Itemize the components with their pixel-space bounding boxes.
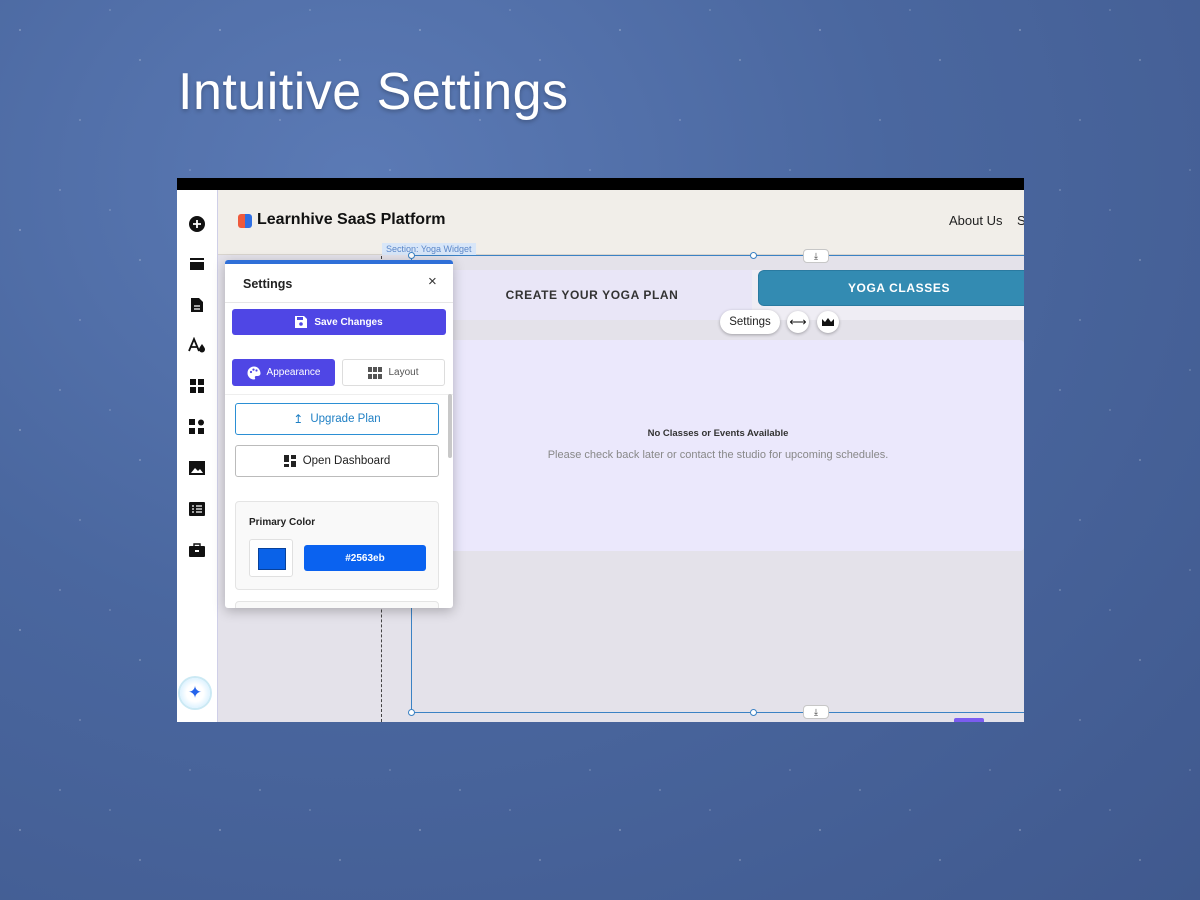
open-dashboard-button[interactable]: Open Dashboard [235, 445, 439, 477]
add-icon[interactable] [185, 212, 209, 236]
section-tag[interactable]: Section: Yoga Widget [382, 243, 476, 255]
upgrade-plan-button[interactable]: ↥ Upgrade Plan [235, 403, 439, 435]
apps-icon[interactable] [185, 374, 209, 398]
widget-tabs: CREATE YOUR YOGA PLAN YOGA CLASSES [412, 270, 1024, 320]
crown-icon[interactable] [817, 311, 839, 333]
panel-accent-bar [225, 260, 453, 264]
floppy-disk-icon [295, 316, 308, 328]
site-header: Learnhive SaaS Platform About Us S [218, 190, 1024, 255]
section-label-chip[interactable] [954, 718, 984, 722]
open-dashboard-label: Open Dashboard [302, 455, 391, 467]
selection-border-bottom [411, 712, 1024, 713]
brand-name: Learnhive SaaS Platform [257, 211, 446, 228]
tab-layout[interactable]: Layout [342, 359, 445, 386]
cms-icon[interactable] [185, 497, 209, 521]
settings-panel: Settings × Save Changes Appearance Layou… [225, 260, 453, 608]
primary-color-label: Primary Color [249, 517, 316, 528]
upgrade-plan-label: Upgrade Plan [310, 413, 381, 425]
floating-settings-button[interactable]: Settings [720, 310, 780, 334]
resize-handle[interactable] [408, 252, 415, 259]
plugins-icon[interactable] [185, 415, 209, 439]
empty-state-title: No Classes or Events Available [647, 428, 789, 439]
theme-icon[interactable] [185, 333, 209, 357]
tab-appearance[interactable]: Appearance [232, 359, 335, 386]
nav-about-us[interactable]: About Us [949, 213, 1002, 228]
save-changes-button[interactable]: Save Changes [232, 309, 446, 335]
hero-title: Intuitive Settings [178, 63, 569, 121]
media-icon[interactable] [185, 456, 209, 480]
next-settings-card [235, 601, 439, 608]
section-anchor-top-icon[interactable]: ⤓ [803, 249, 829, 263]
tab-layout-label: Layout [388, 367, 419, 378]
save-changes-label: Save Changes [314, 316, 383, 328]
tab-yoga-classes[interactable]: YOGA CLASSES [758, 270, 1024, 306]
settings-panel-title: Settings [243, 277, 293, 291]
color-swatch-picker[interactable] [249, 539, 293, 577]
empty-state-subtitle: Please check back later or contact the s… [547, 449, 889, 461]
stretch-icon[interactable]: ⟷ [787, 311, 809, 333]
panel-scrollbar[interactable] [448, 394, 452, 458]
pages-icon[interactable] [185, 293, 209, 317]
resize-handle[interactable] [750, 252, 757, 259]
business-icon[interactable] [185, 538, 209, 562]
close-icon[interactable]: × [428, 274, 437, 289]
ai-assistant-icon[interactable]: ✦ [180, 678, 210, 708]
upload-arrow-icon: ↥ [293, 412, 304, 426]
dashboard-icon [283, 455, 296, 467]
divider [225, 302, 453, 303]
palette-icon [247, 366, 261, 379]
primary-color-hex[interactable]: #2563eb [304, 545, 426, 571]
tab-appearance-label: Appearance [266, 367, 321, 378]
divider [225, 394, 453, 395]
tab-create-yoga-plan[interactable]: CREATE YOUR YOGA PLAN [432, 270, 752, 320]
primary-color-card: Primary Color #2563eb [235, 501, 439, 590]
editor-screenshot: ✦ Learnhive SaaS Platform About Us S Sec… [177, 178, 1024, 722]
nav-item-truncated[interactable]: S [1017, 213, 1024, 228]
section-anchor-bottom-icon[interactable]: ⤓ [803, 705, 829, 719]
resize-handle[interactable] [408, 709, 415, 716]
resize-handle[interactable] [750, 709, 757, 716]
editor-top-bar [177, 178, 1024, 190]
color-swatch [258, 548, 286, 570]
empty-state-panel: No Classes or Events Available Please ch… [412, 340, 1024, 551]
selection-border-top [411, 255, 1024, 256]
tool-rail: ✦ [177, 190, 218, 722]
sections-icon[interactable] [185, 252, 209, 276]
brand-logo-icon [238, 214, 252, 228]
grid-icon [368, 366, 383, 379]
